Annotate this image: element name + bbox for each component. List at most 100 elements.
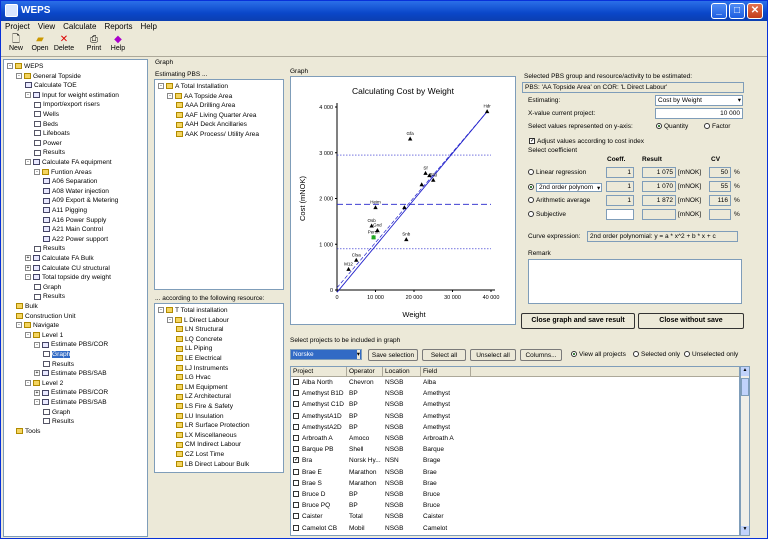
tree-item[interactable]: LL Piping xyxy=(176,344,212,353)
table-row[interactable]: Brae S Marathon NSGB Brae xyxy=(291,479,739,489)
save-selection-button[interactable]: Save selection xyxy=(368,349,418,361)
tree-item[interactable]: LE Electrical xyxy=(176,354,222,363)
tree-item[interactable]: - Estimate PBS/SAB xyxy=(34,398,107,407)
print-button[interactable]: ⎙ Print xyxy=(81,34,107,52)
tree-item[interactable]: Results xyxy=(43,360,74,369)
row-checkbox[interactable] xyxy=(293,446,299,453)
close-save-button[interactable]: Close graph and save result xyxy=(521,313,635,329)
row-checkbox[interactable]: ✓ xyxy=(293,457,299,464)
tree-item[interactable]: LZ Architectural xyxy=(176,392,231,401)
tree-item[interactable]: - Input for weight estimation xyxy=(25,91,119,100)
tree-item[interactable]: + Estimate PBS/COR xyxy=(34,388,108,397)
method-radio[interactable]: Subjective xyxy=(528,211,566,218)
row-checkbox[interactable] xyxy=(293,412,299,419)
method-radio[interactable]: Linear regression xyxy=(528,169,586,176)
coeff-field[interactable]: 1 xyxy=(606,181,634,192)
data-point[interactable] xyxy=(404,237,409,242)
tree-item[interactable]: Graph xyxy=(43,350,71,359)
table-row[interactable]: Barque PB Shell NSGB Barque xyxy=(291,445,739,455)
menu-help[interactable]: Help xyxy=(136,21,160,32)
tree-item[interactable]: LX Miscellaneous xyxy=(176,431,237,440)
selected-only-radio[interactable]: Selected only xyxy=(633,351,680,358)
collapse-icon[interactable]: - xyxy=(34,399,40,406)
tree-item[interactable]: - A Total Installation xyxy=(158,82,228,91)
collapse-icon[interactable]: - xyxy=(25,92,31,99)
tree-item[interactable]: Tools xyxy=(16,427,40,436)
tree-item[interactable]: LN Structural xyxy=(176,325,223,334)
tree-item[interactable]: + Estimate PBS/SAB xyxy=(34,369,107,378)
table-row[interactable]: Brae E Marathon NSGB Brae xyxy=(291,468,739,478)
adjust-checkbox[interactable]: ✓ Adjust values according to cost index xyxy=(529,138,644,145)
table-row[interactable]: Amethyst B1D BP NSGB Amethyst xyxy=(291,389,739,399)
column-header[interactable]: Project xyxy=(291,367,347,377)
column-header[interactable]: Operator xyxy=(347,367,383,377)
tree-item[interactable]: A16 Power Supply xyxy=(43,216,106,225)
scroll-up-icon[interactable]: ▲ xyxy=(741,367,749,376)
tree-item[interactable]: LM Equipment xyxy=(176,383,228,392)
tree-item[interactable]: - Funtion Areas xyxy=(34,168,92,177)
help-button[interactable]: ◆ Help xyxy=(105,34,131,52)
minimize-button[interactable]: _ xyxy=(711,3,727,19)
tree-item[interactable]: Bulk xyxy=(16,302,38,311)
tree-item[interactable]: A09 Export & Metering xyxy=(43,196,118,205)
table-row[interactable]: Camelot CB Mobil NSGB Camelot xyxy=(291,524,739,534)
data-point[interactable] xyxy=(407,136,413,141)
collapse-icon[interactable]: - xyxy=(16,322,22,329)
table-row[interactable]: AmethystA1D BP NSGB Amethyst xyxy=(291,412,739,422)
tree-item[interactable]: Results xyxy=(34,148,65,157)
scroll-thumb[interactable] xyxy=(741,378,749,396)
tree-item[interactable]: LU Insulation xyxy=(176,412,224,421)
tree-item[interactable]: AAA Drilling Area xyxy=(176,101,235,110)
row-checkbox[interactable] xyxy=(293,435,299,441)
collapse-icon[interactable]: - xyxy=(25,380,31,387)
estimating-select[interactable]: Cost by Weight ▾ xyxy=(655,95,743,106)
method-select[interactable]: 2nd order polynom ▾ xyxy=(536,183,603,192)
tree-item[interactable]: Calculate TOE xyxy=(25,81,77,90)
coeff-field[interactable] xyxy=(606,209,634,220)
row-checkbox[interactable] xyxy=(293,390,299,397)
data-point[interactable] xyxy=(373,205,378,210)
menu-project[interactable]: Project xyxy=(1,21,34,32)
collapse-icon[interactable]: - xyxy=(16,72,22,79)
tree-item[interactable]: + Calculate FA Bulk xyxy=(25,254,94,263)
row-checkbox[interactable] xyxy=(293,513,299,520)
collapse-icon[interactable]: - xyxy=(25,159,31,166)
expand-icon[interactable]: + xyxy=(34,389,40,396)
table-row[interactable]: AmethystA2D BP NSGB Amethyst xyxy=(291,423,739,433)
remark-textarea[interactable] xyxy=(528,259,742,304)
project-filter-select[interactable]: Norske ▾ xyxy=(290,349,362,360)
method-radio[interactable]: Arithmetic average xyxy=(528,197,590,204)
columns-button[interactable]: Columns... xyxy=(520,349,562,361)
tree-item[interactable]: - Estimate PBS/COR xyxy=(34,340,108,349)
coeff-field[interactable]: 1 xyxy=(606,195,634,206)
tree-item[interactable]: Graph xyxy=(34,283,61,292)
expand-icon[interactable]: + xyxy=(25,264,31,271)
tree-item[interactable]: - T Total installation xyxy=(158,306,228,315)
tree-item[interactable]: LR Surface Protection xyxy=(176,421,250,430)
tree-item[interactable]: A08 Water injection xyxy=(43,187,109,196)
collapse-icon[interactable]: - xyxy=(25,332,31,339)
tree-item[interactable]: AAH Deck Ancillaries xyxy=(176,120,247,129)
data-point[interactable] xyxy=(402,205,407,210)
row-checkbox[interactable] xyxy=(293,502,299,509)
tree-item[interactable]: Beds xyxy=(34,120,58,129)
scroll-down-icon[interactable]: ▼ xyxy=(741,526,749,535)
tree-item[interactable]: - Navigate xyxy=(16,321,59,330)
collapse-icon[interactable]: - xyxy=(158,83,164,90)
collapse-icon[interactable]: - xyxy=(25,274,31,281)
tree-item[interactable]: Import/export risers xyxy=(34,100,100,109)
table-row[interactable]: Bruce D BP NSGB Bruce xyxy=(291,490,739,500)
close-nosave-button[interactable]: Close without save xyxy=(638,313,744,329)
unselect-all-button[interactable]: Unselect all xyxy=(470,349,516,361)
tree-item[interactable]: Results xyxy=(34,244,65,253)
select-all-button[interactable]: Select all xyxy=(422,349,466,361)
tree-item[interactable]: LB Direct Labour Bulk xyxy=(176,460,249,469)
method-radio[interactable]: 2nd order polynom ▾ xyxy=(528,183,603,192)
collapse-icon[interactable]: - xyxy=(34,168,40,175)
delete-button[interactable]: ✕ Delete xyxy=(51,34,77,52)
row-checkbox[interactable] xyxy=(293,401,299,408)
xvalue-input[interactable]: 10 000 xyxy=(655,108,743,119)
tree-item[interactable]: Wells xyxy=(34,110,59,119)
menu-calculate[interactable]: Calculate xyxy=(59,21,100,32)
table-row[interactable]: Amethyst C1D BP NSGB Amethyst xyxy=(291,400,739,410)
